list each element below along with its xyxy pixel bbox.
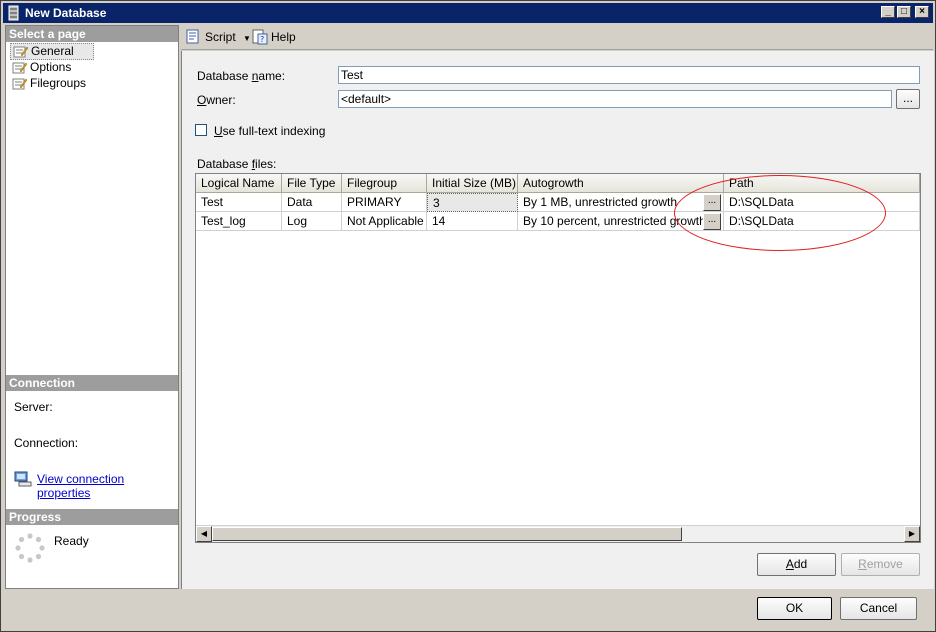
title-bar[interactable]: New Database _ □ × [3,3,933,23]
filegroup-cell[interactable]: PRIMARY [342,193,427,212]
database-files-grid[interactable]: Logical Name File Type Filegroup Initial… [195,173,921,543]
server-label: Server: [14,400,53,414]
arrow-right-icon: ▶ [908,529,916,538]
help-label: Help [271,30,296,44]
column-header-filegroup[interactable]: Filegroup [342,174,427,192]
column-header-path[interactable]: Path [724,174,920,192]
logical-name-cell[interactable]: Test [196,193,282,212]
full-text-indexing-label: Use full-text indexing [214,124,326,138]
autogrowth-cell[interactable]: By 10 percent, unrestricted growth [518,212,724,231]
script-button[interactable]: Script ▼ [185,29,251,45]
owner-input[interactable]: <default> [338,90,892,108]
logical-name-cell[interactable]: Test_log [196,212,282,231]
column-header-initial-size[interactable]: Initial Size (MB) [427,174,518,192]
add-button[interactable]: Add [757,553,836,576]
progress-header: Progress [6,509,178,525]
right-pane: Script ▼ ? Help Database name: Test Owne… [181,25,934,589]
autogrowth-browse-button[interactable]: ... [703,194,721,211]
close-button[interactable]: × [915,6,929,18]
database-files-label: Database files: [197,157,277,171]
table-row[interactable]: Test_log Log Not Applicable 14 By 10 per… [196,212,920,231]
grid-header: Logical Name File Type Filegroup Initial… [196,174,920,193]
table-row[interactable]: Test Data PRIMARY 3 By 1 MB, unrestricte… [196,193,920,212]
page-item-options[interactable]: Options [10,60,71,75]
database-name-label: Database name: [197,69,286,83]
scroll-left-button[interactable]: ◀ [196,526,212,542]
owner-label: Owner: [197,93,236,107]
maximize-icon: □ [900,6,908,17]
column-header-logical-name[interactable]: Logical Name [196,174,282,192]
progress-spinner-icon [15,533,45,563]
path-cell[interactable]: D:\SQLData [724,212,920,231]
help-button[interactable]: ? Help [251,29,296,45]
toolbar: Script ▼ ? Help [181,25,933,50]
window-title: New Database [25,6,107,20]
connection-label: Connection: [14,436,79,450]
page-item-general[interactable]: General [10,43,94,60]
database-name-input[interactable]: Test [338,66,920,84]
ok-button[interactable]: OK [757,597,832,620]
autogrowth-cell[interactable]: By 1 MB, unrestricted growth [518,193,724,212]
maximize-button[interactable]: □ [897,6,911,18]
progress-status: Ready [54,534,89,548]
path-cell[interactable]: D:\SQLData [724,193,920,212]
file-type-cell[interactable]: Data [282,193,342,212]
close-icon: × [919,6,925,17]
connection-header: Connection [6,375,178,391]
dropdown-arrow-icon: ▼ [243,34,251,43]
script-label: Script [205,30,236,44]
script-icon [186,29,199,44]
page-item-filegroups[interactable]: Filegroups [10,76,86,91]
page-item-label: Options [30,60,72,74]
autogrowth-browse-button[interactable]: ... [703,213,721,230]
minimize-button[interactable]: _ [881,6,895,18]
help-icon: ? [252,29,268,45]
column-header-autogrowth[interactable]: Autogrowth [518,174,724,192]
filegroup-cell[interactable]: Not Applicable [342,212,427,231]
select-page-header: Select a page [6,26,178,42]
left-pane: Select a page General Options Filegroups… [5,25,179,589]
svg-text:?: ? [260,35,264,44]
column-header-file-type[interactable]: File Type [282,174,342,192]
new-database-window: New Database _ □ × Select a page General… [0,0,936,632]
owner-browse-button[interactable]: ... [896,89,920,109]
minimize-icon: _ [885,6,891,17]
database-icon [8,5,19,21]
remove-button[interactable]: Remove [841,553,920,576]
general-page-content: Database name: Test Owner: <default> ...… [181,51,934,589]
full-text-indexing-checkbox[interactable] [195,124,207,136]
page-icon [12,78,28,90]
file-type-cell[interactable]: Log [282,212,342,231]
page-icon [13,46,29,58]
page-item-label: General [31,44,74,58]
view-connection-properties-link[interactable]: View connection properties [37,472,178,500]
horizontal-scrollbar[interactable]: ◀ ▶ [196,525,920,542]
page-icon [12,62,28,74]
page-item-label: Filegroups [30,76,87,90]
scroll-right-button[interactable]: ▶ [904,526,920,542]
arrow-left-icon: ◀ [200,529,208,538]
initial-size-cell[interactable]: 14 [427,212,518,231]
scrollbar-thumb[interactable] [212,527,682,541]
connection-properties-icon [14,471,32,487]
initial-size-cell[interactable]: 3 [427,193,518,212]
cancel-button[interactable]: Cancel [840,597,917,620]
